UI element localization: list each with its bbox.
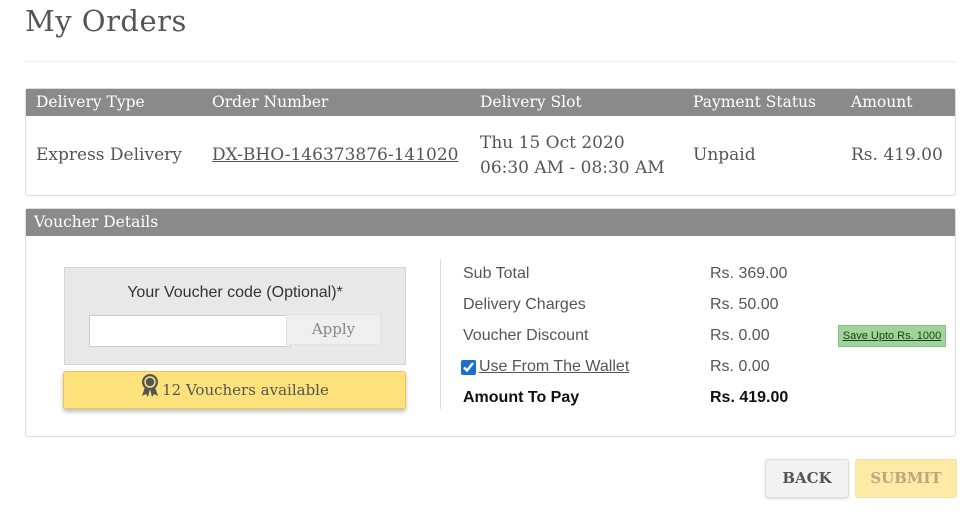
my-orders-page: My Orders Delivery Type Order Number Del… (0, 0, 970, 518)
orders-table-header: Delivery Type Order Number Delivery Slot… (26, 89, 955, 116)
header-amount: Amount (851, 93, 913, 111)
delivery-type: Express Delivery (36, 145, 182, 165)
apply-button[interactable]: Apply (286, 314, 381, 345)
header-delivery-type: Delivery Type (36, 93, 145, 111)
delivery-date: Thu 15 Oct 2020 (480, 133, 625, 153)
vouchers-available-label: 12 Vouchers available (162, 381, 329, 399)
voucher-discount-value: Rs. 0.00 (710, 327, 770, 344)
voucher-details-panel: Voucher Details Your Voucher code (Optio… (25, 208, 956, 437)
delivery-time: 06:30 AM - 08:30 AM (480, 158, 665, 178)
voucher-details-header: Voucher Details (26, 209, 955, 236)
voucher-code-input[interactable] (89, 315, 291, 347)
amount-to-pay-label: Amount To Pay (463, 389, 580, 406)
medal-icon (140, 373, 160, 410)
order-amount: Rs. 419.00 (851, 145, 943, 165)
page-title: My Orders (25, 4, 187, 38)
voucher-details-title: Voucher Details (34, 213, 159, 231)
payment-status: Unpaid (693, 145, 756, 165)
amount-to-pay-value: Rs. 419.00 (710, 389, 789, 406)
sub-total-label: Sub Total (463, 265, 530, 282)
vouchers-available-button[interactable]: 12 Vouchers available (63, 371, 406, 409)
voucher-discount-label: Voucher Discount (463, 327, 589, 344)
order-number-link[interactable]: DX-BHO-146373876-141020 (212, 145, 458, 165)
use-wallet-link[interactable]: Use From The Wallet (479, 358, 629, 376)
submit-button[interactable]: SUBMIT (855, 459, 957, 498)
header-delivery-slot: Delivery Slot (480, 93, 582, 111)
orders-table: Delivery Type Order Number Delivery Slot… (25, 88, 956, 196)
table-row: Express Delivery DX-BHO-146373876-141020… (26, 116, 955, 195)
use-wallet-option[interactable]: Use From The Wallet (461, 358, 629, 376)
delivery-charges-value: Rs. 50.00 (710, 296, 779, 313)
title-divider (25, 61, 956, 62)
voucher-code-label: Your Voucher code (Optional)* (127, 284, 343, 301)
delivery-charges-label: Delivery Charges (463, 296, 586, 313)
vertical-divider (440, 259, 441, 409)
header-order-number: Order Number (212, 93, 329, 111)
save-upto-badge[interactable]: Save Upto Rs. 1000 (838, 325, 946, 347)
voucher-code-box: Your Voucher code (Optional)* Apply (64, 267, 406, 365)
wallet-value: Rs. 0.00 (710, 358, 770, 375)
sub-total-value: Rs. 369.00 (710, 265, 788, 282)
back-button[interactable]: BACK (765, 459, 849, 498)
use-wallet-checkbox[interactable] (461, 359, 476, 375)
header-payment-status: Payment Status (693, 93, 816, 111)
